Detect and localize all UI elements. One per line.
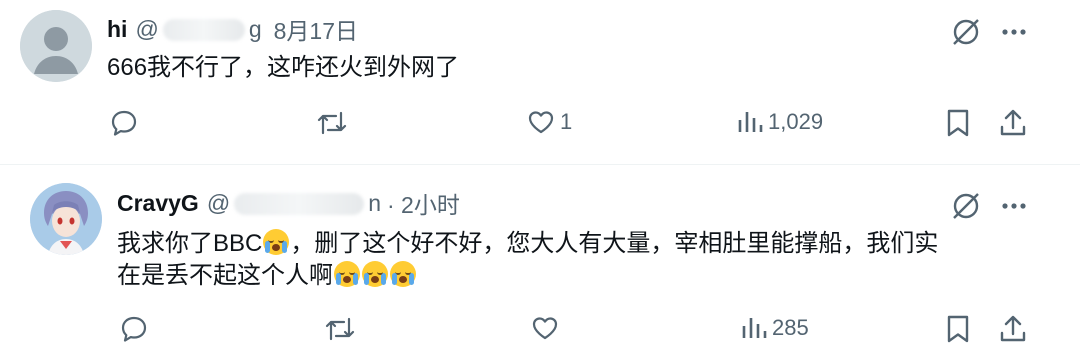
bookmark-icon [947, 315, 969, 343]
handle[interactable]: @ n [207, 190, 381, 217]
tweet-header: CravyG @ n · 2小时 [117, 186, 460, 220]
handle-suffix: n [368, 189, 381, 216]
tweet-text-line-1: 我求你了BBC ，删了这个好不好，您大人有大量，宰相肚里能撑船，我们实 [117, 228, 938, 260]
text-segment: ，删了这个好不好，您大人有大量，宰相肚里能撑船，我们实 [290, 230, 939, 257]
slash-circle-icon[interactable] [948, 188, 984, 224]
loudly-crying-face-icon [362, 261, 388, 287]
text-segment: 在是丢不起这个人啊 [117, 262, 333, 289]
share-button[interactable] [998, 313, 1028, 345]
views-button[interactable]: 285 [740, 313, 809, 343]
redacted-handle [234, 193, 365, 216]
retweet-icon [325, 317, 355, 341]
avatar-cravyg[interactable] [30, 183, 102, 255]
reply-icon [121, 316, 147, 342]
bookmark-button[interactable] [944, 313, 972, 345]
tweet-2[interactable]: CravyG @ n · 2小时 我求你了BBC ，删了这个好不好，您大人有大量，宰… [0, 0, 1080, 361]
tweet-top-icons [948, 188, 1030, 224]
action-bar: 285 [0, 313, 1080, 353]
loudly-crying-face-icon [263, 229, 290, 255]
text-segment: 我求你了BBC [117, 230, 263, 257]
heart-icon [532, 317, 558, 340]
tweet-text-line-2: 在是丢不起这个人啊 [117, 260, 938, 292]
loudly-crying-face-icon [334, 261, 360, 287]
tweet-text: 我求你了BBC ，删了这个好不好，您大人有大量，宰相肚里能撑船，我们实 在是丢不起… [117, 228, 938, 292]
timestamp[interactable]: · 2小时 [387, 186, 460, 220]
share-icon [1000, 315, 1026, 342]
like-button[interactable] [530, 313, 560, 343]
views-icon [742, 318, 767, 338]
views-count: 285 [772, 315, 809, 340]
handle-prefix: @ [206, 189, 231, 216]
display-name[interactable]: CravyG [117, 190, 199, 217]
reply-button[interactable] [118, 313, 150, 345]
more-icon[interactable] [998, 188, 1030, 224]
retweet-button[interactable] [322, 313, 358, 345]
loudly-crying-face-icon [390, 261, 416, 287]
anime-avatar-icon [30, 183, 102, 255]
